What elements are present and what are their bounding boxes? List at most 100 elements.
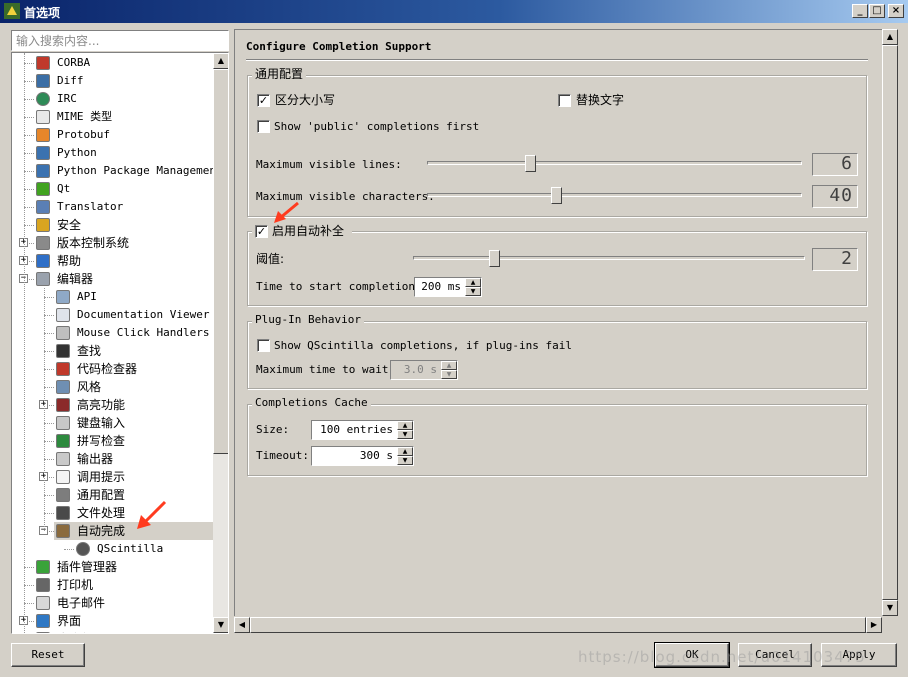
close-button[interactable]: × <box>888 4 904 18</box>
scroll-up-icon[interactable]: ▲ <box>213 53 228 69</box>
spin-up-icon[interactable]: ▲ <box>465 278 481 287</box>
tree-item-lightbulb[interactable]: + 调用提示 <box>12 468 213 486</box>
tree-item-api[interactable]: API <box>12 288 213 306</box>
mouse-icon <box>56 326 70 340</box>
tree-connector <box>24 63 34 64</box>
tree-item-email[interactable]: 电子邮件 <box>12 594 213 612</box>
tree-item-export[interactable]: 输出器 <box>12 450 213 468</box>
tree-item-bug[interactable]: 代码检查器 <box>12 360 213 378</box>
cache-size-label: Size: <box>256 423 290 436</box>
tree-item-help[interactable]: + 帮助 <box>12 252 213 270</box>
tree-item-python[interactable]: Python <box>12 144 213 162</box>
tree-item-mouse[interactable]: Mouse Click Handlers <box>12 324 213 342</box>
cache-size-spinbox[interactable]: 100 entries ▲ ▼ <box>311 420 414 440</box>
show-qscintilla-checkbox[interactable] <box>257 339 270 352</box>
case-sensitive-label: 区分大小写 <box>275 93 336 107</box>
tree-item-corba[interactable]: CORBA <box>12 54 213 72</box>
tree-item-qscintilla[interactable]: QScintilla <box>12 540 213 558</box>
scroll-left-icon[interactable]: ◀ <box>234 617 250 633</box>
tree-item-label: 风格 <box>77 380 102 394</box>
tree-connector <box>24 585 34 586</box>
search-input[interactable] <box>12 31 228 50</box>
max-chars-track <box>427 193 802 197</box>
start-time-spinbox[interactable]: 200 ms ▲ ▼ <box>414 277 482 297</box>
tree-scroll-thumb[interactable] <box>213 69 228 454</box>
mime-icon <box>36 110 50 124</box>
tree-item-vcs[interactable]: + 版本控制系统 <box>12 234 213 252</box>
tree-item-diff[interactable]: Diff <box>12 72 213 90</box>
case-sensitive-checkbox[interactable]: ✓ <box>257 94 270 107</box>
tree-scrollbar[interactable]: ▲ ▼ <box>213 53 228 633</box>
spin-down-icon[interactable]: ▼ <box>397 456 413 465</box>
tree-item-translator[interactable]: Translator <box>12 198 213 216</box>
tree-item-plugin[interactable]: 插件管理器 <box>12 558 213 576</box>
tree-item-label: 命令行 <box>57 630 93 633</box>
tree-connector <box>44 369 54 370</box>
threshold-slider[interactable] <box>489 250 501 267</box>
spin-up-icon[interactable]: ▲ <box>441 361 457 370</box>
tree-connector <box>24 135 34 136</box>
tree-item-label: Mouse Click Handlers <box>77 326 210 339</box>
scroll-down-icon[interactable]: ▼ <box>213 617 228 633</box>
maximize-button[interactable]: □ <box>869 4 885 18</box>
tree-item-editor[interactable]: − 编辑器 <box>12 270 213 288</box>
spin-up-icon[interactable]: ▲ <box>397 447 413 456</box>
minimize-button[interactable]: _ <box>852 4 868 18</box>
page-horizontal-scrollbar[interactable]: ◀ ▶ <box>234 617 882 633</box>
tree-item-label: 拼写检查 <box>77 434 126 448</box>
tree-item-protobuf[interactable]: Protobuf <box>12 126 213 144</box>
tree-item-python-package[interactable]: Python Package Management <box>12 162 223 180</box>
tree-item-label: Python <box>57 146 97 159</box>
tree-item-label: 自动完成 <box>77 524 126 538</box>
scroll-down-icon[interactable]: ▼ <box>882 600 898 616</box>
tree-item-qt[interactable]: Qt <box>12 180 213 198</box>
wand-icon <box>56 524 70 538</box>
tree-item-mime[interactable]: MIME 类型 <box>12 108 213 126</box>
tree-item-irc[interactable]: IRC <box>12 90 213 108</box>
spin-down-icon[interactable]: ▼ <box>465 287 481 296</box>
show-public-checkbox[interactable] <box>257 120 270 133</box>
tree-item-console[interactable]: 命令行 <box>12 630 213 633</box>
tree-item-label: 帮助 <box>57 254 82 268</box>
max-wait-label: Maximum time to wait: <box>256 363 396 376</box>
page-scroll-thumb[interactable] <box>882 45 898 600</box>
max-wait-spinbox[interactable]: 3.0 s ▲ ▼ <box>390 360 458 380</box>
protobuf-icon <box>36 128 50 142</box>
tree-item-lock[interactable]: 安全 <box>12 216 213 234</box>
tree-item-monitor[interactable]: + 界面 <box>12 612 213 630</box>
tree-item-printer[interactable]: 打印机 <box>12 576 213 594</box>
auto-completion-checkbox[interactable]: ✓ <box>255 225 268 238</box>
search-box <box>11 30 229 51</box>
reset-button[interactable]: Reset <box>11 643 85 667</box>
tree-item-label: Translator <box>57 200 124 213</box>
tree-item-font[interactable]: + 高亮功能 <box>12 396 213 414</box>
max-lines-track <box>427 161 802 165</box>
scroll-up-icon[interactable]: ▲ <box>882 29 898 45</box>
spin-down-icon[interactable]: ▼ <box>441 370 457 379</box>
tree-item-binoculars[interactable]: 查找 <box>12 342 213 360</box>
documentation-icon <box>56 308 70 322</box>
max-lines-slider[interactable] <box>525 155 537 172</box>
replace-word-checkbox[interactable] <box>558 94 571 107</box>
tree-connector <box>24 81 34 82</box>
tree-item-style[interactable]: 风格 <box>12 378 213 396</box>
tree-item-spellcheck[interactable]: 拼写检查 <box>12 432 213 450</box>
tree-connector <box>44 315 54 316</box>
spin-up-icon[interactable]: ▲ <box>397 421 413 430</box>
spin-down-icon[interactable]: ▼ <box>397 430 413 439</box>
cache-timeout-spinbox[interactable]: 300 s ▲ ▼ <box>311 446 414 466</box>
tree-item-floppy[interactable]: 文件处理 <box>12 504 213 522</box>
scroll-right-icon[interactable]: ▶ <box>866 617 882 633</box>
tree-item-documentation[interactable]: Documentation Viewer <box>12 306 213 324</box>
tree-item-keyboard[interactable]: 键盘输入 <box>12 414 213 432</box>
tree-item-wrench[interactable]: 通用配置 <box>12 486 213 504</box>
max-chars-slider[interactable] <box>550 187 562 204</box>
tree-item-label: 打印机 <box>57 578 94 592</box>
tree-item-label: 插件管理器 <box>57 560 118 574</box>
tree-connector <box>24 207 34 208</box>
page-hscroll-thumb[interactable] <box>250 617 866 633</box>
tree-connector <box>44 495 54 496</box>
page-vertical-scrollbar[interactable]: ▲ ▼ <box>882 29 898 616</box>
irc-icon <box>36 92 50 106</box>
printer-icon <box>36 578 50 592</box>
